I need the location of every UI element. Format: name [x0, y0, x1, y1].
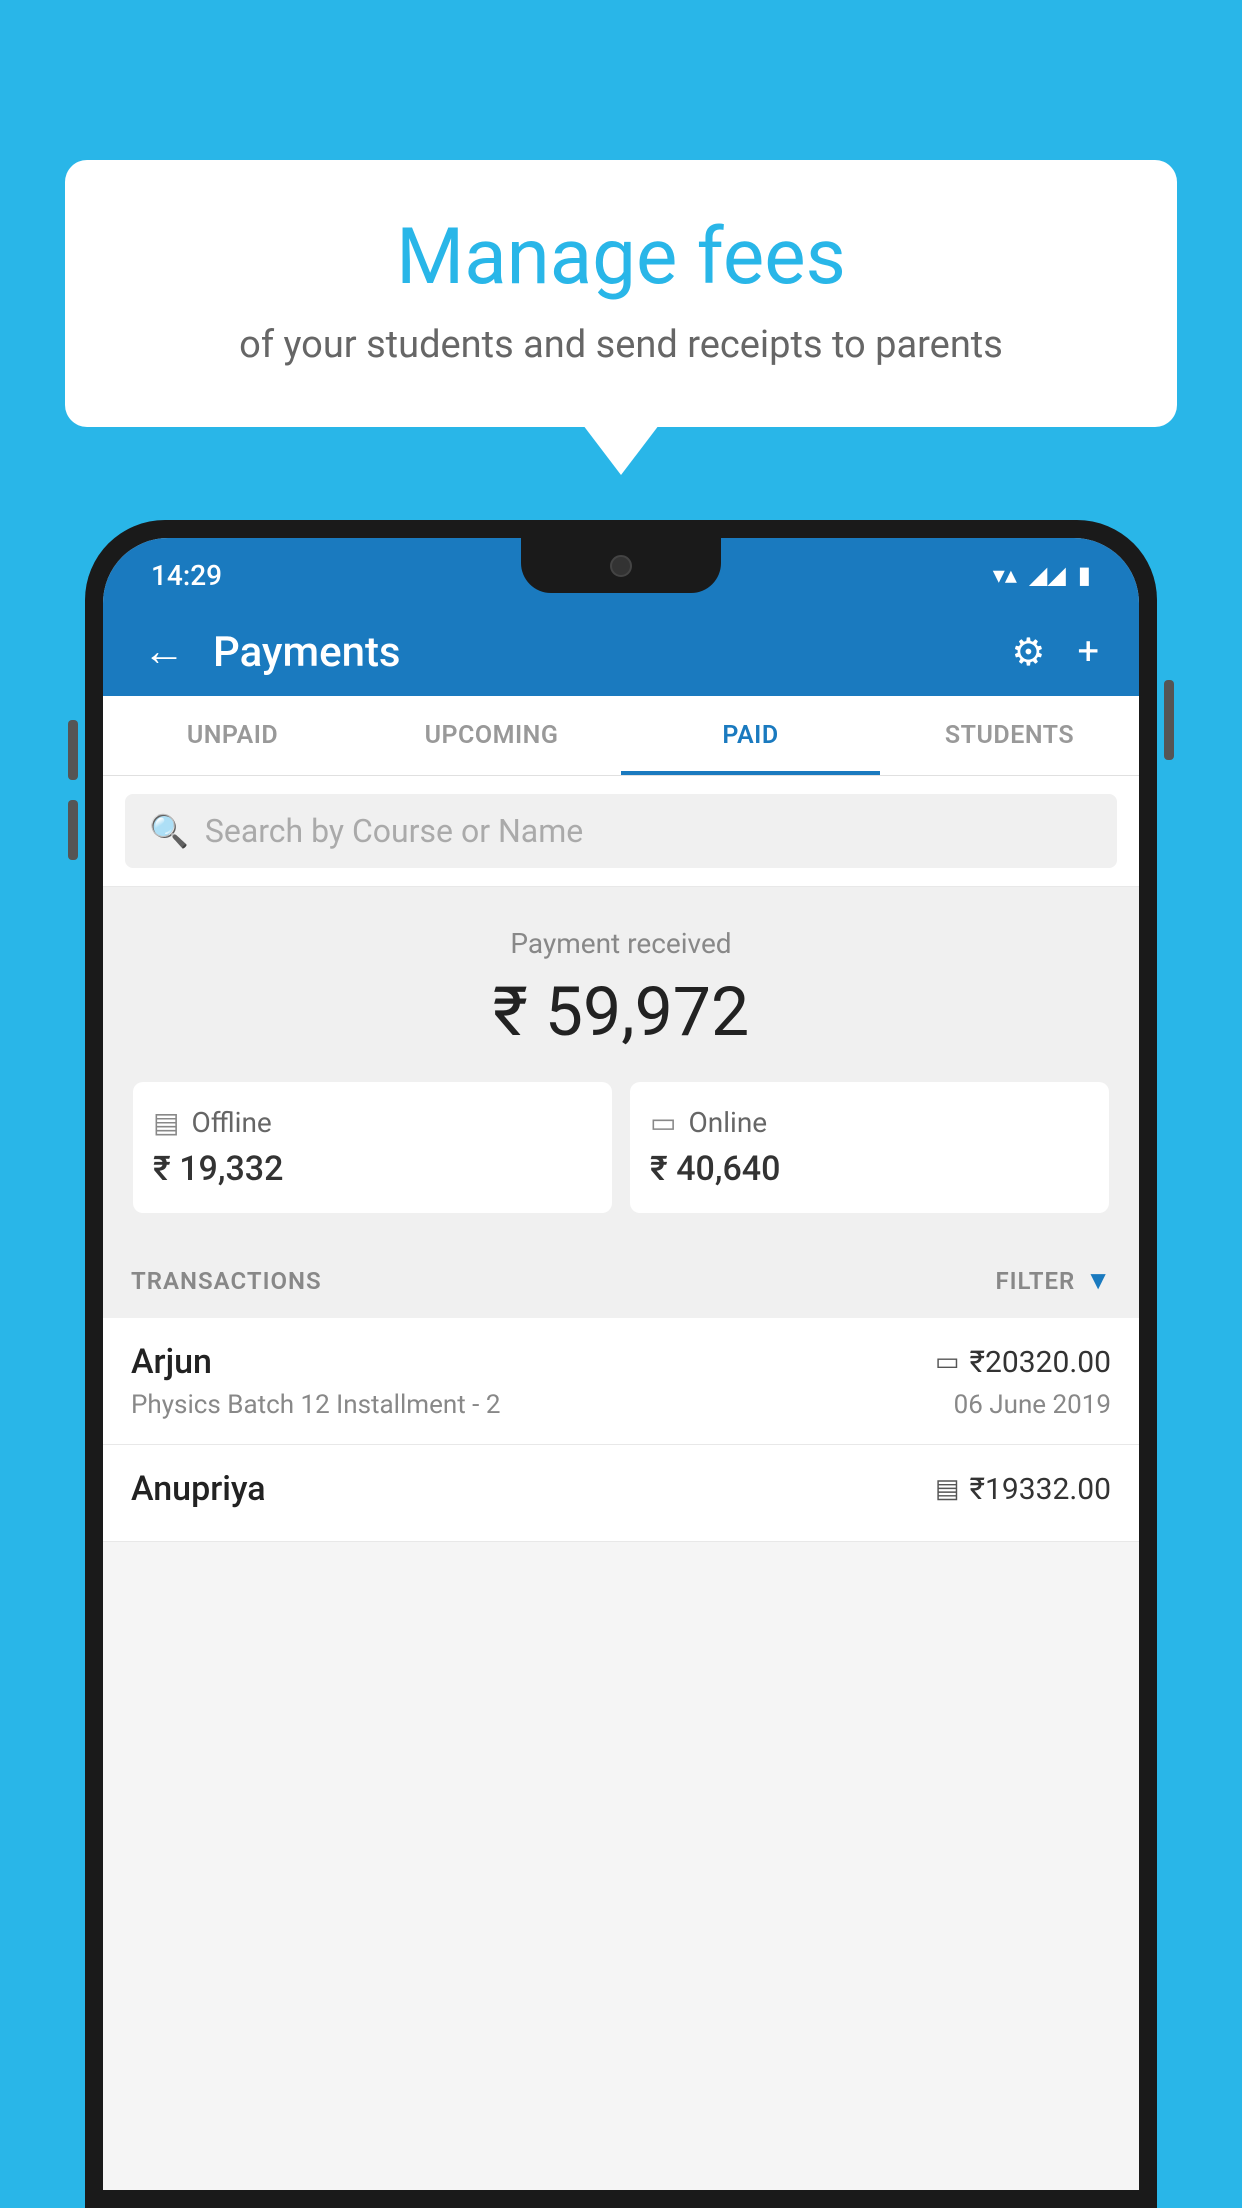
offline-card: ▤ Offline ₹ 19,332: [133, 1082, 612, 1213]
header-actions: ⚙ +: [1011, 630, 1099, 675]
payment-summary: Payment received ₹ 59,972 ▤ Offline ₹ 19…: [103, 887, 1139, 1243]
phone-side-buttons: [1164, 680, 1174, 760]
payment-total-amount: ₹ 59,972: [133, 972, 1109, 1052]
cash-payment-icon: ▤: [935, 1474, 960, 1504]
transaction-top: Arjun ▭ ₹20320.00: [131, 1342, 1111, 1382]
card-payment-icon: ▭: [935, 1347, 960, 1377]
volume-up-button: [68, 720, 78, 780]
search-bar[interactable]: 🔍 Search by Course or Name: [125, 794, 1117, 868]
online-icon: ▭: [650, 1106, 676, 1139]
power-button: [1164, 680, 1174, 760]
speech-bubble-container: Manage fees of your students and send re…: [65, 160, 1177, 427]
bubble-title: Manage fees: [125, 215, 1117, 301]
phone-left-buttons: [68, 720, 78, 860]
settings-icon[interactable]: ⚙: [1011, 630, 1045, 675]
offline-card-header: ▤ Offline: [153, 1106, 272, 1139]
transaction-amount: ₹19332.00: [970, 1472, 1111, 1507]
transaction-top: Anupriya ▤ ₹19332.00: [131, 1469, 1111, 1509]
volume-down-button: [68, 800, 78, 860]
transactions-label: TRANSACTIONS: [131, 1267, 322, 1295]
search-icon: 🔍: [149, 812, 189, 850]
online-card-header: ▭ Online: [650, 1106, 767, 1139]
speech-bubble: Manage fees of your students and send re…: [65, 160, 1177, 427]
tab-upcoming[interactable]: UPCOMING: [362, 696, 621, 775]
phone-screen: 14:29 ▾▴ ◢◢ ▮ ← Payments ⚙ + UNPAID UPCO…: [103, 538, 1139, 2190]
battery-icon: ▮: [1078, 561, 1091, 589]
add-icon[interactable]: +: [1077, 630, 1099, 674]
transactions-header: TRANSACTIONS FILTER ▼: [103, 1243, 1139, 1318]
online-card: ▭ Online ₹ 40,640: [630, 1082, 1109, 1213]
transaction-date: 06 June 2019: [954, 1390, 1111, 1420]
offline-amount: ₹ 19,332: [153, 1149, 283, 1189]
filter-label: FILTER: [995, 1267, 1075, 1295]
tab-unpaid[interactable]: UNPAID: [103, 696, 362, 775]
bubble-subtitle: of your students and send receipts to pa…: [125, 323, 1117, 367]
transaction-bottom: Physics Batch 12 Installment - 2 06 June…: [131, 1390, 1111, 1420]
payment-cards: ▤ Offline ₹ 19,332 ▭ Online ₹ 40,640: [133, 1082, 1109, 1213]
offline-label: Offline: [191, 1106, 271, 1139]
phone-notch: [521, 538, 721, 593]
transaction-row[interactable]: Arjun ▭ ₹20320.00 Physics Batch 12 Insta…: [103, 1318, 1139, 1445]
transaction-course: Physics Batch 12 Installment - 2: [131, 1390, 500, 1420]
search-placeholder: Search by Course or Name: [205, 812, 583, 850]
filter-icon: ▼: [1085, 1265, 1111, 1296]
transaction-amount-container: ▤ ₹19332.00: [935, 1472, 1111, 1507]
transaction-row[interactable]: Anupriya ▤ ₹19332.00: [103, 1445, 1139, 1542]
signal-icon: ◢◢: [1029, 561, 1066, 589]
payment-received-label: Payment received: [133, 927, 1109, 960]
header-title: Payments: [213, 628, 1011, 677]
phone-frame: 14:29 ▾▴ ◢◢ ▮ ← Payments ⚙ + UNPAID UPCO…: [85, 520, 1157, 2208]
camera-dot: [610, 555, 632, 577]
filter-container[interactable]: FILTER ▼: [995, 1265, 1111, 1296]
wifi-icon: ▾▴: [993, 561, 1017, 589]
transaction-amount-container: ▭ ₹20320.00: [935, 1345, 1111, 1380]
status-time: 14:29: [151, 559, 222, 592]
offline-icon: ▤: [153, 1106, 179, 1139]
tab-paid[interactable]: PAID: [621, 696, 880, 775]
status-icons: ▾▴ ◢◢ ▮: [993, 561, 1091, 589]
search-container: 🔍 Search by Course or Name: [103, 776, 1139, 887]
transaction-name: Arjun: [131, 1342, 212, 1382]
transaction-amount: ₹20320.00: [970, 1345, 1111, 1380]
online-amount: ₹ 40,640: [650, 1149, 780, 1189]
app-header: ← Payments ⚙ +: [103, 608, 1139, 696]
online-label: Online: [688, 1106, 767, 1139]
tab-students[interactable]: STUDENTS: [880, 696, 1139, 775]
transaction-name: Anupriya: [131, 1469, 266, 1509]
back-arrow-icon[interactable]: ←: [143, 631, 185, 673]
tabs: UNPAID UPCOMING PAID STUDENTS: [103, 696, 1139, 776]
